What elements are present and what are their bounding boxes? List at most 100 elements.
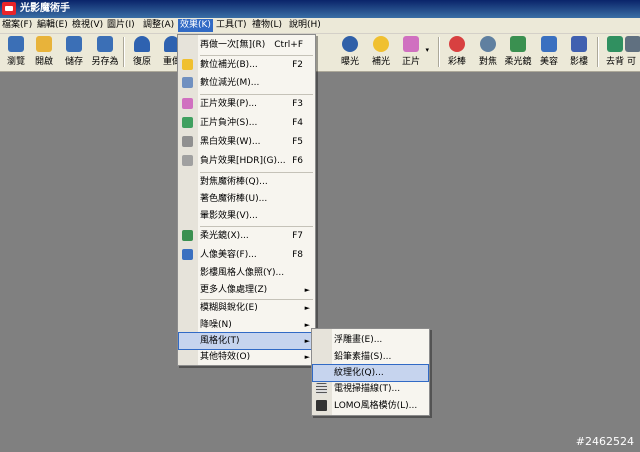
menu-item-label: 黑白效果(W)...: [200, 137, 261, 147]
menu-item-shortcut: F3: [292, 99, 303, 109]
menu-view[interactable]: 檢視(V): [70, 19, 105, 32]
slide-film-label: 正片: [401, 57, 420, 67]
toolbar-separator: [438, 37, 440, 67]
beauty-icon: [182, 249, 193, 260]
fill-light-icon: [182, 59, 193, 70]
menu-item-shortcut: F6: [292, 156, 303, 166]
menu-adjust[interactable]: 調整(A): [141, 19, 176, 32]
menu-image[interactable]: 圖片(I): [105, 19, 137, 32]
exposure-button[interactable]: 曝光: [334, 34, 366, 71]
slide-film-button[interactable]: 正片 ▾: [395, 34, 429, 71]
menu-item-label: 浮雕畫(E)...: [334, 335, 383, 345]
menu-item-label: 更多人像處理(Z): [200, 285, 268, 295]
menu-item-color-wand[interactable]: 著色魔術棒(U)...: [178, 190, 315, 208]
fill-light-icon: [373, 36, 389, 52]
menu-item-other-effects[interactable]: 其他特效(O) ►: [178, 348, 315, 366]
exposure-icon: [342, 36, 358, 52]
menu-item-portrait-beauty[interactable]: 人像美容(F)... F8: [178, 246, 315, 264]
beauty-label: 美容: [539, 57, 558, 67]
app-title: 光影魔術手: [20, 3, 70, 14]
menu-item-label: 負片效果[HDR](G)...: [200, 156, 286, 166]
toolbar-separator: [123, 37, 125, 67]
menu-item-shortcut: F7: [292, 231, 303, 241]
color-stick-icon: [449, 36, 465, 52]
menu-item-tv-scanline[interactable]: 電視掃描線(T)...: [312, 380, 429, 398]
menu-gifts[interactable]: 禮物(L): [250, 19, 284, 32]
menu-edit[interactable]: 編輯(E): [35, 19, 70, 32]
menu-item-reduce-light[interactable]: 數位減光(M)...: [178, 74, 315, 92]
menu-item-label: 著色魔術棒(U)...: [200, 194, 268, 204]
soft-lens-icon: [510, 36, 526, 52]
hdr-icon: [182, 155, 193, 166]
beauty-icon: [541, 36, 557, 52]
undo-button[interactable]: 復原: [126, 34, 158, 71]
remove-bg-icon: [607, 36, 623, 52]
menu-item-label: 正片效果(P)...: [200, 99, 258, 109]
soft-lens-button[interactable]: 柔光鏡: [502, 34, 534, 71]
save-as-button[interactable]: 另存為: [89, 34, 121, 71]
more-label: 可: [626, 57, 636, 67]
menu-item-blur-sharpen[interactable]: 模糊與銳化(E) ►: [178, 299, 315, 317]
menu-item-soft-lens[interactable]: 柔光鏡(X)... F7: [178, 227, 315, 245]
open-button[interactable]: 開啟: [28, 34, 60, 71]
submenu-arrow-icon: ►: [304, 353, 310, 361]
menu-item-emboss[interactable]: 浮雕畫(E)...: [312, 331, 429, 349]
studio-icon: [571, 36, 587, 52]
save-button[interactable]: 儲存: [58, 34, 90, 71]
menu-item-label: 模糊與銳化(E): [200, 303, 258, 313]
focus-icon: [480, 36, 496, 52]
menu-item-shortcut: F5: [292, 137, 303, 147]
focus-button[interactable]: 對焦: [472, 34, 504, 71]
menu-effects[interactable]: 效果(K): [178, 19, 213, 32]
effects-menu: 再做一次[無](R) Ctrl+F 數位補光(B)... F2 數位減光(M).…: [177, 34, 316, 366]
soft-lens-label: 柔光鏡: [504, 57, 532, 67]
fill-light-button[interactable]: 補光: [365, 34, 397, 71]
more-button[interactable]: 可: [623, 34, 640, 71]
toolbar: 瀏覽 開啟 儲存 另存為 復原 重做 曝光 補光 正片 ▾ 彩棒 對焦 柔光鏡 …: [0, 34, 640, 72]
menu-item-negative-hdr[interactable]: 負片效果[HDR](G)... F6: [178, 152, 315, 170]
menu-item-label: 影樓風格人像照(Y)...: [200, 268, 285, 278]
menu-item-label: LOMO風格模仿(L)...: [334, 401, 418, 411]
open-label: 開啟: [34, 57, 53, 67]
menu-item-black-white[interactable]: 黑白效果(W)... F5: [178, 133, 315, 151]
stylize-submenu: 浮雕畫(E)... 鉛筆素描(S)... 紋理化(Q)... 電視掃描線(T).…: [311, 328, 430, 416]
lomo-icon: [316, 400, 327, 411]
menu-item-repeat[interactable]: 再做一次[無](R) Ctrl+F: [178, 36, 315, 54]
menu-item-cross-process[interactable]: 正片負沖(S)... F4: [178, 114, 315, 132]
menu-item-lomo[interactable]: LOMO風格模仿(L)...: [312, 397, 429, 415]
focus-label: 對焦: [478, 57, 497, 67]
studio-label: 影樓: [569, 57, 588, 67]
menu-item-label: 對焦魔術棒(Q)...: [200, 177, 268, 187]
color-stick-button[interactable]: 彩棒: [441, 34, 473, 71]
menu-item-shortcut: F4: [292, 118, 303, 128]
menu-item-vignette[interactable]: 暈影效果(V)...: [178, 207, 315, 225]
app-logo-icon: [2, 2, 16, 15]
menu-file[interactable]: 檔案(F): [0, 19, 34, 32]
menu-item-slide-film[interactable]: 正片效果(P)... F3: [178, 95, 315, 113]
menu-item-focus-wand[interactable]: 對焦魔術棒(Q)...: [178, 173, 315, 191]
menu-item-label: 電視掃描線(T)...: [334, 384, 401, 394]
save-icon: [66, 36, 82, 52]
menu-item-fill-light[interactable]: 數位補光(B)... F2: [178, 56, 315, 74]
menu-help[interactable]: 說明(H): [287, 19, 323, 32]
save-as-icon: [97, 36, 113, 52]
beauty-button[interactable]: 美容: [533, 34, 565, 71]
undo-icon: [134, 36, 150, 52]
menu-item-label: 數位減光(M)...: [200, 78, 260, 88]
color-stick-label: 彩棒: [447, 57, 466, 67]
bw-icon: [182, 136, 193, 147]
open-folder-icon: [36, 36, 52, 52]
menu-item-label: 其他特效(O): [200, 352, 251, 362]
menu-item-label: 人像美容(F)...: [200, 250, 257, 260]
save-as-label: 另存為: [91, 57, 119, 67]
menu-item-more-portrait[interactable]: 更多人像處理(Z) ►: [178, 281, 315, 299]
studio-button[interactable]: 影樓: [563, 34, 595, 71]
menu-item-label: 暈影效果(V)...: [200, 211, 258, 221]
menu-item-label: 柔光鏡(X)...: [200, 231, 249, 241]
menu-item-studio-portrait[interactable]: 影樓風格人像照(Y)...: [178, 264, 315, 282]
more-icon: [625, 36, 640, 52]
slide-film-dropdown-icon[interactable]: ▾: [425, 46, 429, 54]
reduce-light-icon: [182, 77, 193, 88]
menu-tools[interactable]: 工具(T): [214, 19, 249, 32]
slide-film-icon: [403, 36, 419, 52]
